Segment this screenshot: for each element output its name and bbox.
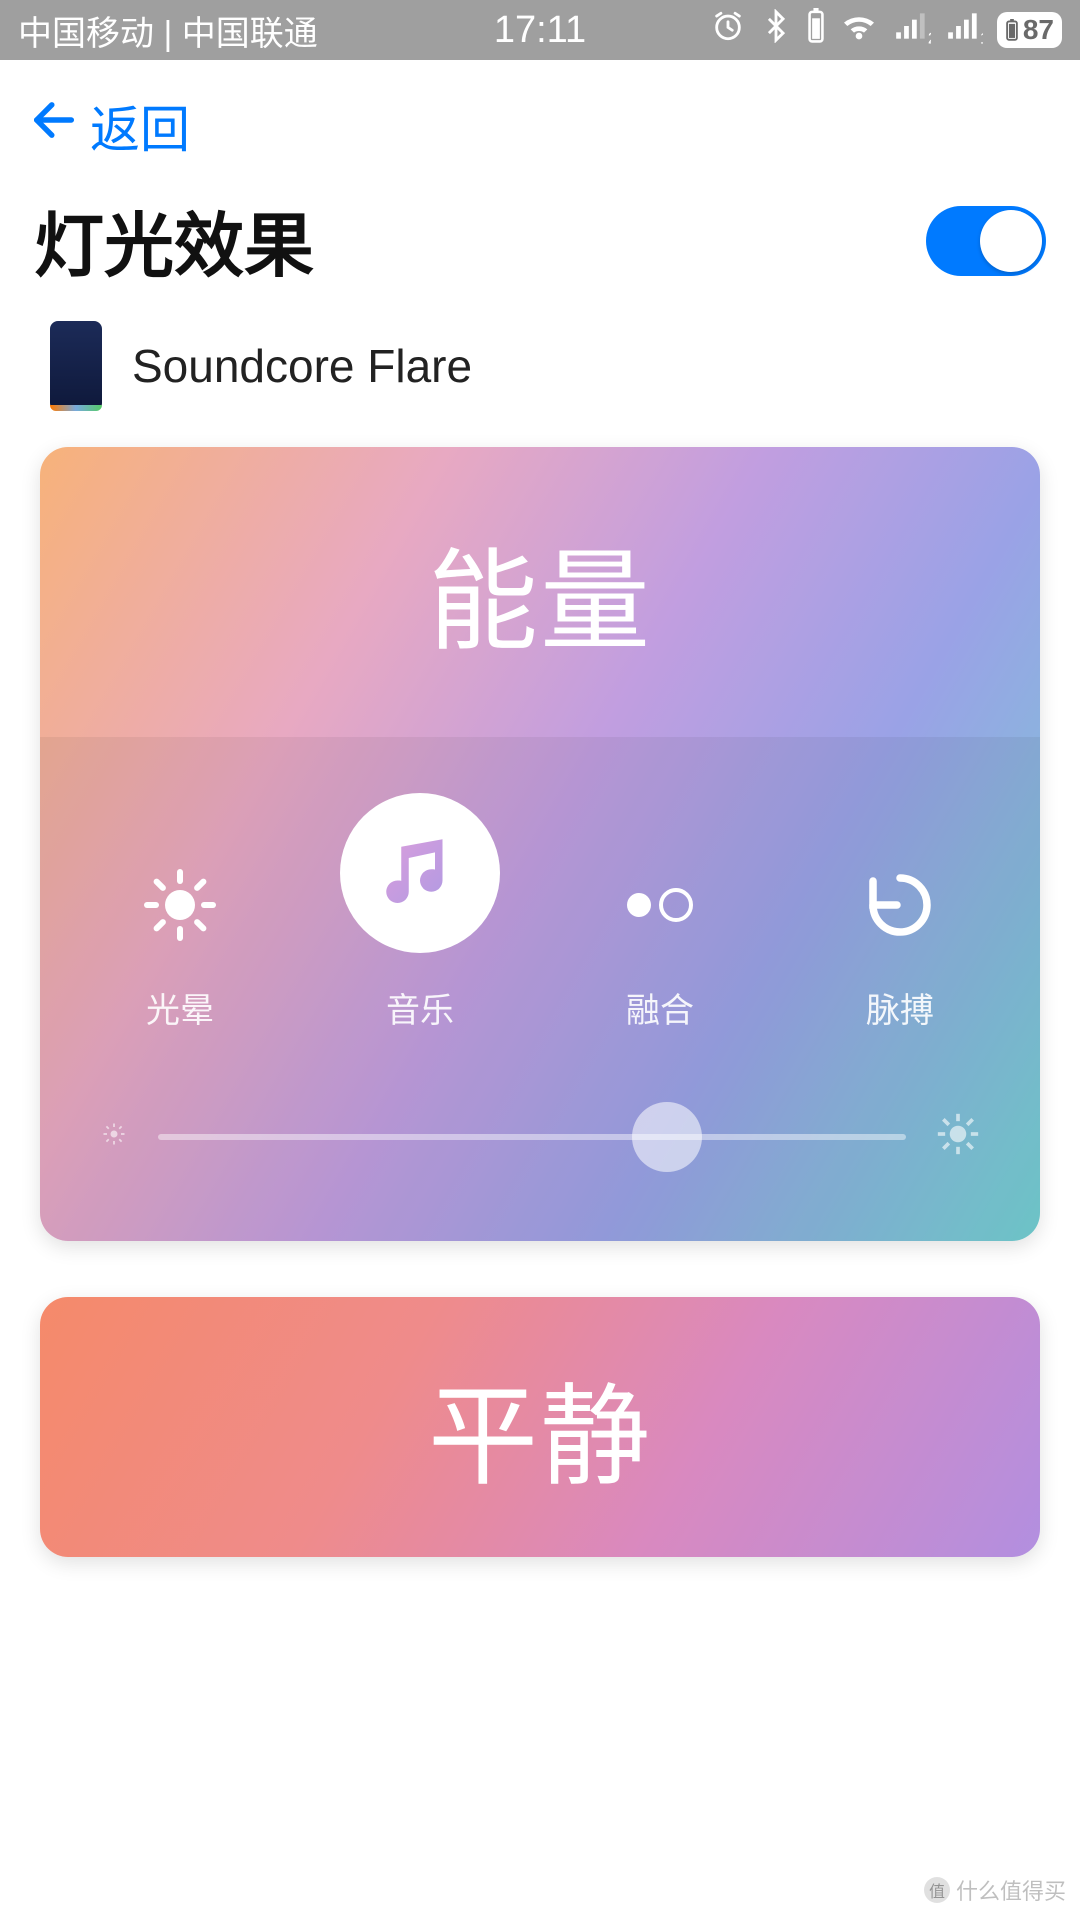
back-label: 返回 xyxy=(90,90,190,162)
carrier-label: 中国移动 | 中国联通 xyxy=(18,6,318,55)
mode-pulse-label: 脉搏 xyxy=(866,983,934,1032)
watermark: 值什么值得买 xyxy=(924,1874,1066,1906)
arrow-left-icon xyxy=(28,94,80,158)
page-title: 灯光效果 xyxy=(34,190,314,291)
battery-bt-icon xyxy=(807,8,825,53)
brightness-slider[interactable] xyxy=(158,1134,906,1140)
back-button[interactable]: 返回 xyxy=(0,60,1080,182)
svg-text:2: 2 xyxy=(928,30,931,45)
speaker-icon xyxy=(50,321,102,411)
signal2-icon: 1 xyxy=(945,7,983,54)
device-name: Soundcore Flare xyxy=(132,339,472,393)
brightness-high-icon xyxy=(936,1112,980,1161)
card-energy-title: 能量 xyxy=(428,512,652,672)
status-bar: 中国移动 | 中国联通 17:11 2 1 87 xyxy=(0,0,1080,60)
music-note-icon xyxy=(340,793,500,953)
slider-thumb[interactable] xyxy=(632,1102,702,1172)
signal1-icon: 2 xyxy=(893,7,931,54)
card-energy-header[interactable]: 能量 xyxy=(40,447,1040,737)
mode-fusion[interactable]: 融合 xyxy=(570,857,750,1032)
bluetooth-icon xyxy=(759,9,793,52)
battery-badge: 87 xyxy=(997,12,1062,48)
mode-music-label: 音乐 xyxy=(386,983,454,1032)
refresh-icon xyxy=(852,857,948,953)
wifi-icon xyxy=(839,6,879,55)
mode-halo-label: 光晕 xyxy=(146,983,214,1032)
card-calm[interactable]: 平静 xyxy=(40,1297,1040,1557)
alarm-icon xyxy=(711,9,745,52)
fusion-icon xyxy=(612,857,708,953)
card-energy: 能量 光晕 音乐 xyxy=(40,447,1040,1241)
mode-fusion-label: 融合 xyxy=(626,983,694,1032)
mode-music[interactable]: 音乐 xyxy=(330,793,510,1032)
device-row[interactable]: Soundcore Flare xyxy=(0,311,1080,447)
brightness-low-icon xyxy=(100,1120,128,1153)
svg-text:1: 1 xyxy=(980,30,983,45)
effects-toggle[interactable] xyxy=(926,206,1046,276)
clock: 17:11 xyxy=(494,9,586,52)
mode-halo[interactable]: 光晕 xyxy=(90,857,270,1032)
card-calm-title: 平静 xyxy=(428,1347,652,1507)
sun-icon xyxy=(132,857,228,953)
mode-pulse[interactable]: 脉搏 xyxy=(810,857,990,1032)
